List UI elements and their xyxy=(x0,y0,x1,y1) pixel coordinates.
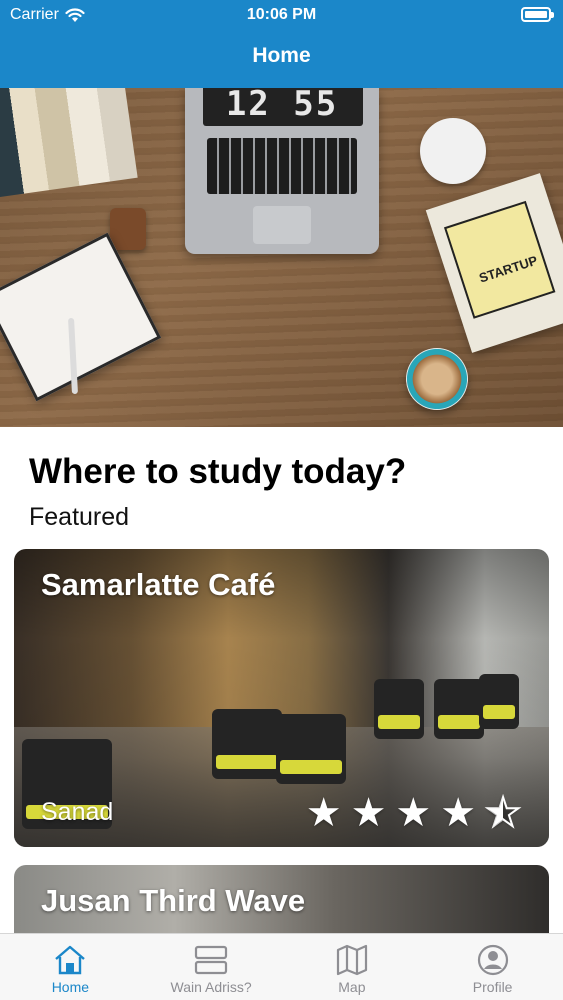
laptop-clock-text: 12 55 xyxy=(225,88,339,124)
cup-decoration xyxy=(110,208,146,250)
battery-icon xyxy=(521,7,554,22)
home-icon xyxy=(55,945,86,975)
charger-decoration xyxy=(420,118,486,184)
tab-profile[interactable]: Profile xyxy=(422,934,563,1000)
page-title: Home xyxy=(252,44,311,67)
star-icon: ★ xyxy=(395,791,432,835)
app-header: Carrier 10:06 PM Home xyxy=(0,0,563,88)
tab-wain-adriss[interactable]: Wain Adriss? xyxy=(141,934,282,1000)
tab-home[interactable]: Home xyxy=(0,934,141,1000)
coffee-decoration xyxy=(406,348,468,410)
star-half-icon: ★ xyxy=(484,792,522,834)
book-decoration: STARTUP xyxy=(425,173,563,353)
star-rating: ★ ★ ★ ★ ★ xyxy=(305,791,522,835)
place-location: Sanad xyxy=(41,798,114,826)
map-icon xyxy=(336,944,367,976)
tab-label: Profile xyxy=(472,979,513,995)
profile-icon xyxy=(477,944,508,976)
books-decoration xyxy=(0,88,138,198)
star-icon: ★ xyxy=(440,791,477,835)
star-icon: ★ xyxy=(305,791,342,835)
tab-label: Home xyxy=(51,979,90,995)
tab-label: Wain Adriss? xyxy=(170,979,252,995)
place-card[interactable]: Samarlatte Café Sanad ★ ★ ★ ★ ★ xyxy=(14,549,549,847)
book-title-text: STARTUP xyxy=(477,252,540,286)
tab-label: Map xyxy=(338,979,366,995)
list-icon xyxy=(195,945,228,975)
tab-bar: Home Wain Adriss? Map Profile xyxy=(0,933,563,1000)
notebook-decoration xyxy=(0,232,162,402)
tab-map[interactable]: Map xyxy=(282,934,423,1000)
place-name: Jusan Third Wave xyxy=(41,883,306,918)
laptop-decoration: 12 55 xyxy=(185,88,379,254)
star-icon: ★ xyxy=(350,791,387,835)
status-time: 10:06 PM xyxy=(246,6,317,23)
place-name: Samarlatte Café xyxy=(41,567,276,602)
section-title: Where to study today? xyxy=(29,452,407,491)
section-subtitle: Featured xyxy=(29,503,130,531)
status-bar: Carrier 10:06 PM xyxy=(0,0,563,30)
hero-image: 12 55 STARTUP xyxy=(0,88,563,427)
